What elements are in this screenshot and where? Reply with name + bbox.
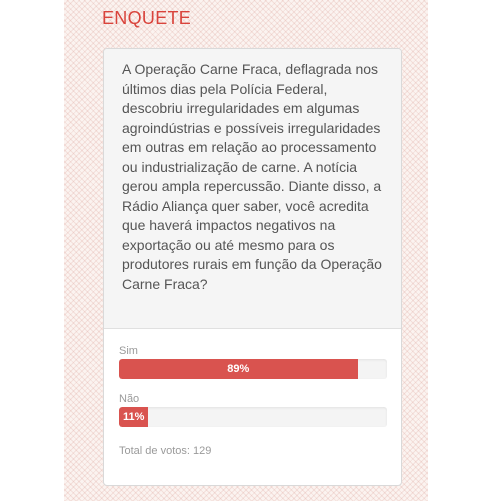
poll-title: ENQUETE xyxy=(102,8,192,28)
poll-option-nao: Não 11% xyxy=(119,393,387,427)
poll-result-bar: 11% xyxy=(119,407,149,427)
poll-question: A Operação Carne Fraca, deflagrada nos ú… xyxy=(104,49,401,329)
total-votes: Total de votos: 129 xyxy=(119,445,212,457)
poll-card: A Operação Carne Fraca, deflagrada nos ú… xyxy=(103,48,402,486)
poll-option-label: Sim xyxy=(119,345,138,357)
poll-option-label: Não xyxy=(119,393,140,405)
poll-result-bar: 89% xyxy=(119,359,358,379)
poll-result-bar-track: 11% xyxy=(119,407,387,427)
poll-results: Sim 89% Não 11% Total de votos: 129 xyxy=(104,329,401,457)
poll-option-sim: Sim 89% xyxy=(119,345,387,379)
poll-result-bar-track: 89% xyxy=(119,359,387,379)
